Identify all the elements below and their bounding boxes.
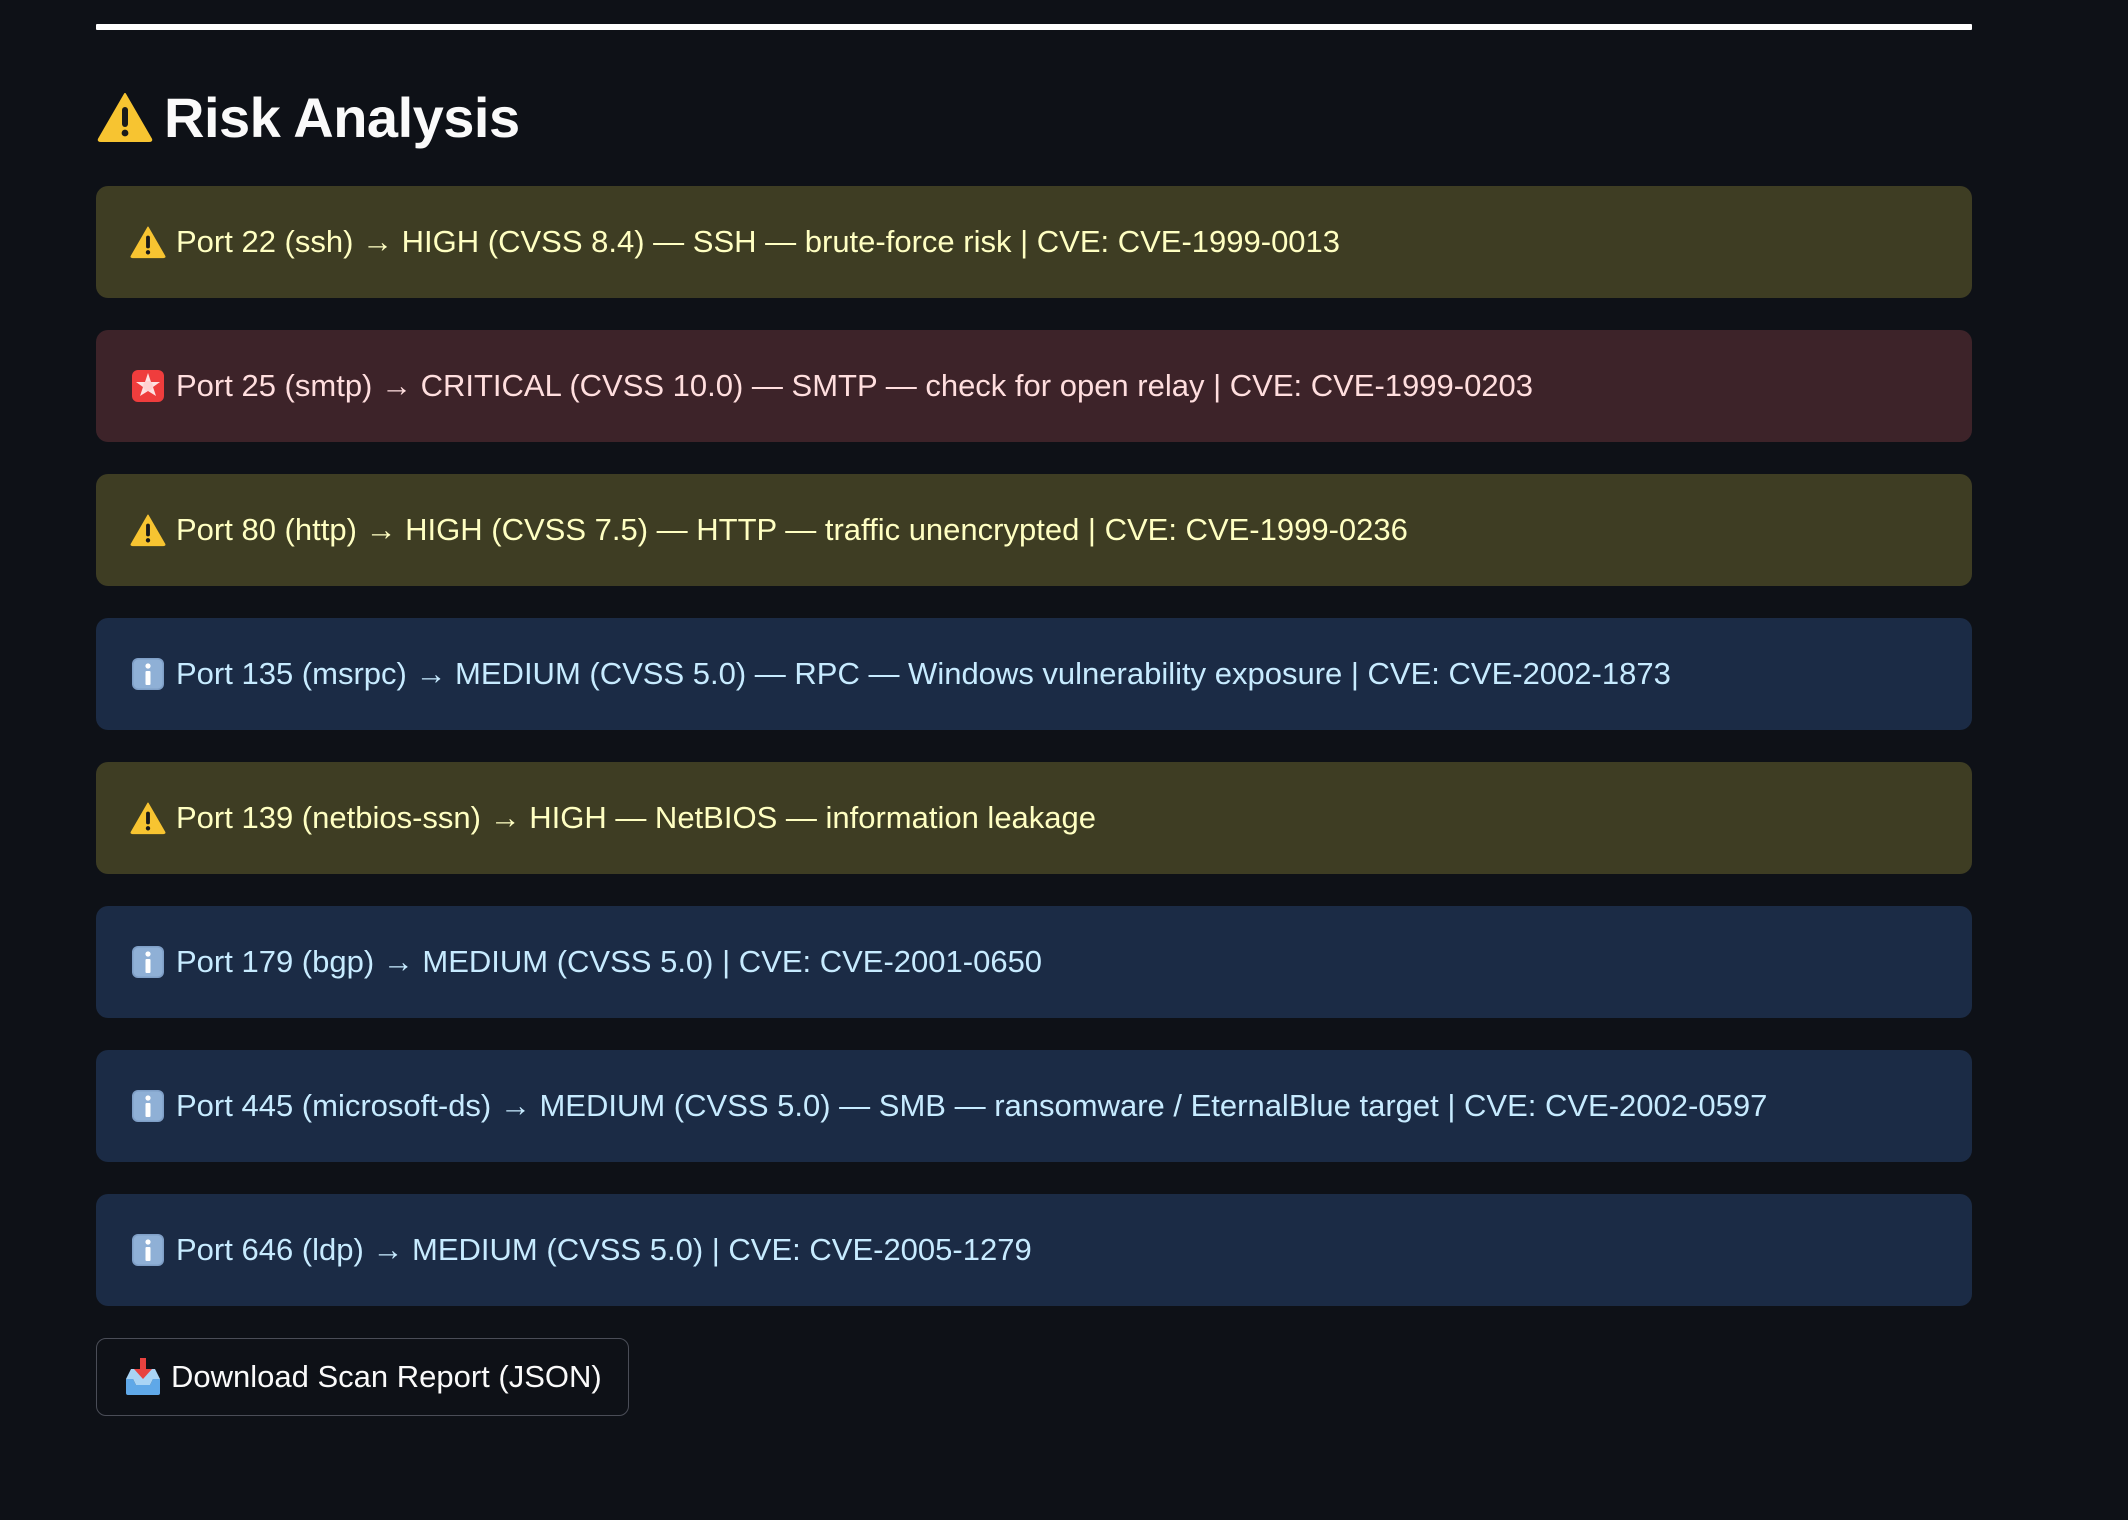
alerts-list: Port 22 (ssh) → HIGH (CVSS 8.4) — SSH — … [96,186,1972,1306]
alert-medium: Port 135 (msrpc) → MEDIUM (CVSS 5.0) — R… [96,618,1972,730]
inbox-tray-icon [123,1357,163,1397]
alert-text: Port 80 (http) → HIGH (CVSS 7.5) — HTTP … [176,512,1408,547]
alert-high: Port 22 (ssh) → HIGH (CVSS 8.4) — SSH — … [96,186,1972,298]
alert-medium: Port 445 (microsoft-ds) → MEDIUM (CVSS 5… [96,1050,1972,1162]
info-icon [128,1086,168,1126]
alert-medium: Port 646 (ldp) → MEDIUM (CVSS 5.0) | CVE… [96,1194,1972,1306]
alert-critical: Port 25 (smtp) → CRITICAL (CVSS 10.0) — … [96,330,1972,442]
alert-text: Port 135 (msrpc) → MEDIUM (CVSS 5.0) — R… [176,656,1671,691]
alert-text: Port 646 (ldp) → MEDIUM (CVSS 5.0) | CVE… [176,1232,1032,1267]
alert-text: Port 179 (bgp) → MEDIUM (CVSS 5.0) | CVE… [176,944,1043,979]
warning-icon [96,89,154,145]
info-icon [128,1230,168,1270]
siren-icon [128,366,168,406]
divider [96,24,1972,30]
download-scan-report-button[interactable]: Download Scan Report (JSON) [96,1338,629,1416]
warning-icon [128,510,168,550]
alert-text: Port 25 (smtp) → CRITICAL (CVSS 10.0) — … [176,368,1534,403]
alert-high: Port 139 (netbios-ssn) → HIGH — NetBIOS … [96,762,1972,874]
warning-icon [128,798,168,838]
alert-high: Port 80 (http) → HIGH (CVSS 7.5) — HTTP … [96,474,1972,586]
warning-icon [128,222,168,262]
info-icon [128,942,168,982]
download-button-label: Download Scan Report (JSON) [171,1359,602,1394]
alert-text: Port 22 (ssh) → HIGH (CVSS 8.4) — SSH — … [176,224,1341,259]
info-icon [128,654,168,694]
alert-medium: Port 179 (bgp) → MEDIUM (CVSS 5.0) | CVE… [96,906,1972,1018]
section-heading: Risk Analysis [96,82,1972,152]
alert-text: Port 445 (microsoft-ds) → MEDIUM (CVSS 5… [176,1088,1768,1123]
section-title: Risk Analysis [164,85,520,149]
main-content: Risk Analysis Port 22 (ssh) → HIGH (CVSS… [96,0,1972,1416]
alert-text: Port 139 (netbios-ssn) → HIGH — NetBIOS … [176,800,1097,835]
